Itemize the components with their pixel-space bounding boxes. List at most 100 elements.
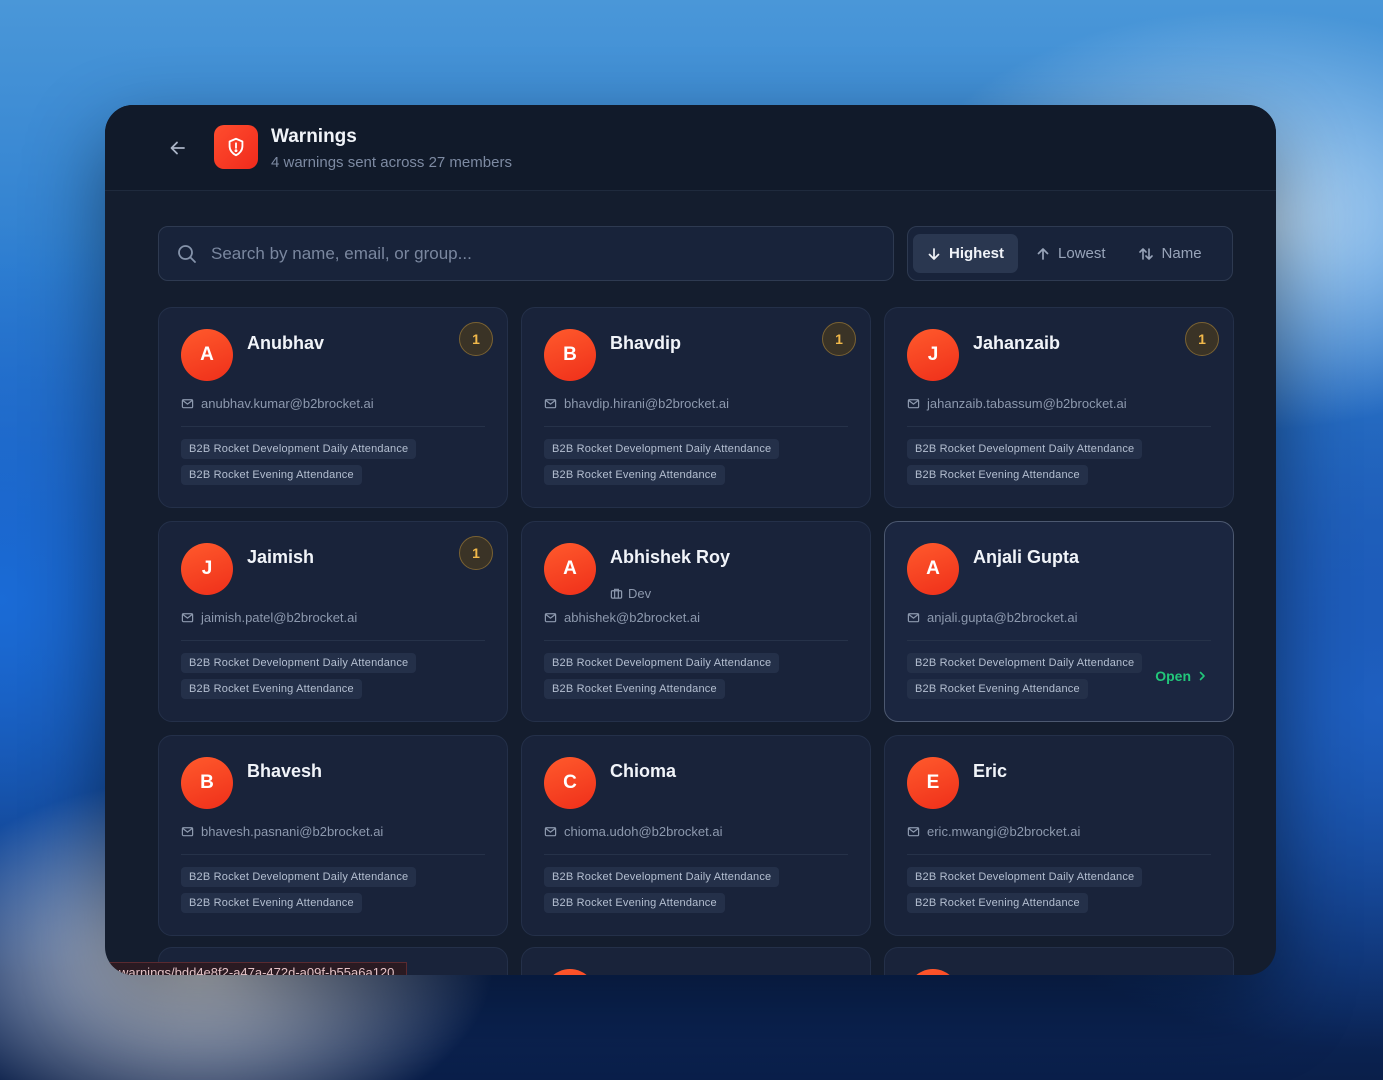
group-tag: B2B Rocket Evening Attendance — [907, 679, 1088, 699]
mail-icon — [544, 399, 557, 409]
member-card[interactable]: B Bhavdip 1 bhavdip.hirani@b2brocket.ai … — [521, 307, 871, 508]
avatar: B — [544, 329, 596, 381]
group-tags: B2B Rocket Development Daily Attendance B… — [544, 653, 780, 699]
avatar: C — [544, 757, 596, 809]
briefcase-icon — [610, 588, 623, 599]
group-tag: B2B Rocket Evening Attendance — [544, 465, 725, 485]
group-tag: B2B Rocket Development Daily Attendance — [907, 867, 1143, 887]
member-role-label: Dev — [628, 586, 652, 601]
avatar: A — [544, 543, 596, 595]
group-tag: B2B Rocket Development Daily Attendance — [181, 439, 417, 459]
member-email-text: bhavesh.pasnani@b2brocket.ai — [201, 824, 384, 839]
member-grid: A Anubhav 1 anubhav.kumar@b2brocket.ai B… — [158, 307, 1234, 936]
chevron-right-icon — [1199, 671, 1205, 681]
member-card[interactable]: J Jahanzaib 1 jahanzaib.tabassum@b2brock… — [884, 307, 1234, 508]
member-email: abhishek@b2brocket.ai — [544, 610, 700, 625]
group-tags: B2B Rocket Development Daily Attendance B… — [181, 653, 417, 699]
sort-toggle-group: Highest Lowest Name — [907, 226, 1233, 281]
group-tag: B2B Rocket Development Daily Attendance — [907, 653, 1143, 673]
group-tag: B2B Rocket Evening Attendance — [544, 893, 725, 913]
member-email: eric.mwangi@b2brocket.ai — [907, 824, 1080, 839]
member-role: Dev — [610, 586, 651, 601]
back-button[interactable] — [163, 133, 193, 163]
mail-icon — [181, 399, 194, 409]
mail-icon — [544, 613, 557, 623]
warning-count-badge: 1 — [1185, 322, 1219, 356]
search-box[interactable] — [158, 226, 894, 281]
avatar: A — [907, 543, 959, 595]
page-title: Warnings — [271, 126, 357, 147]
avatar: A — [181, 329, 233, 381]
member-name: Chioma — [610, 761, 677, 781]
mail-icon — [181, 827, 194, 837]
divider — [907, 426, 1211, 427]
member-card[interactable] — [884, 947, 1234, 975]
member-card[interactable]: B Bhavesh bhavesh.pasnani@b2brocket.ai B… — [158, 735, 508, 936]
group-tag: B2B Rocket Development Daily Attendance — [907, 439, 1143, 459]
group-tag: B2B Rocket Development Daily Attendance — [181, 653, 417, 673]
sort-arrows-icon — [1138, 247, 1153, 260]
warning-count-badge: 1 — [459, 322, 493, 356]
group-tag: B2B Rocket Evening Attendance — [181, 893, 362, 913]
sort-highest-label: Highest — [949, 245, 1005, 262]
member-card[interactable]: E Eric eric.mwangi@b2brocket.ai B2B Rock… — [884, 735, 1234, 936]
member-email: anjali.gupta@b2brocket.ai — [907, 610, 1078, 625]
member-name: Anjali Gupta — [973, 547, 1080, 567]
member-card[interactable]: A Anubhav 1 anubhav.kumar@b2brocket.ai B… — [158, 307, 508, 508]
member-email-text: eric.mwangi@b2brocket.ai — [927, 824, 1081, 839]
member-email-text: jahanzaib.tabassum@b2brocket.ai — [927, 396, 1127, 411]
sort-lowest-button[interactable]: Lowest — [1022, 234, 1120, 273]
mail-icon — [907, 613, 920, 623]
member-email-text: anjali.gupta@b2brocket.ai — [927, 610, 1078, 625]
group-tag: B2B Rocket Development Daily Attendance — [544, 867, 780, 887]
search-icon — [178, 244, 196, 263]
member-name: Eric — [973, 761, 1008, 781]
sort-highest-button[interactable]: Highest — [913, 234, 1019, 273]
sort-name-label: Name — [1161, 245, 1202, 262]
member-card[interactable]: A Anjali Gupta anjali.gupta@b2brocket.ai… — [884, 521, 1234, 722]
group-tag: B2B Rocket Evening Attendance — [907, 893, 1088, 913]
arrow-down-icon — [928, 247, 940, 260]
page-subtitle: 4 warnings sent across 27 members — [271, 154, 512, 171]
member-email-text: bhavdip.hirani@b2brocket.ai — [564, 396, 729, 411]
member-card[interactable]: J Jaimish 1 jaimish.patel@b2brocket.ai B… — [158, 521, 508, 722]
group-tags: B2B Rocket Development Daily Attendance B… — [544, 867, 780, 913]
member-email: bhavdip.hirani@b2brocket.ai — [544, 396, 729, 411]
member-card[interactable] — [521, 947, 871, 975]
group-tags: B2B Rocket Development Daily Attendance B… — [181, 867, 417, 913]
divider — [544, 640, 848, 641]
open-link[interactable]: Open — [1155, 668, 1207, 684]
mail-icon — [181, 613, 194, 623]
mail-icon — [544, 827, 557, 837]
group-tags: B2B Rocket Development Daily Attendance B… — [181, 439, 417, 485]
member-card[interactable]: A Abhishek Roy Dev abhishek@b2brocket.ai… — [521, 521, 871, 722]
member-email-text: chioma.udoh@b2brocket.ai — [564, 824, 723, 839]
member-card[interactable]: C Chioma chioma.udoh@b2brocket.ai B2B Ro… — [521, 735, 871, 936]
warning-count-badge: 1 — [822, 322, 856, 356]
member-email: jaimish.patel@b2brocket.ai — [181, 610, 357, 625]
group-tags: B2B Rocket Development Daily Attendance B… — [907, 653, 1143, 699]
member-name: Abhishek Roy — [610, 547, 731, 567]
member-email: jahanzaib.tabassum@b2brocket.ai — [907, 396, 1127, 411]
member-email: anubhav.kumar@b2brocket.ai — [181, 396, 374, 411]
open-link-label: Open — [1155, 668, 1191, 684]
group-tag: B2B Rocket Development Daily Attendance — [181, 867, 417, 887]
group-tag: B2B Rocket Evening Attendance — [181, 465, 362, 485]
group-tags: B2B Rocket Development Daily Attendance B… — [907, 439, 1143, 485]
avatar — [907, 969, 959, 975]
arrow-up-icon — [1037, 247, 1049, 260]
divider — [181, 640, 485, 641]
search-input[interactable] — [211, 243, 851, 264]
sort-name-button[interactable]: Name — [1124, 234, 1216, 273]
group-tag: B2B Rocket Evening Attendance — [907, 465, 1088, 485]
shield-alert-icon — [214, 125, 258, 169]
member-name: Bhavdip — [610, 333, 682, 353]
group-tags: B2B Rocket Development Daily Attendance B… — [907, 867, 1143, 913]
member-email: chioma.udoh@b2brocket.ai — [544, 824, 722, 839]
member-email-text: abhishek@b2brocket.ai — [564, 610, 701, 625]
avatar: B — [181, 757, 233, 809]
mail-icon — [907, 399, 920, 409]
arrow-left-icon — [170, 141, 185, 155]
divider — [181, 426, 485, 427]
divider — [181, 854, 485, 855]
